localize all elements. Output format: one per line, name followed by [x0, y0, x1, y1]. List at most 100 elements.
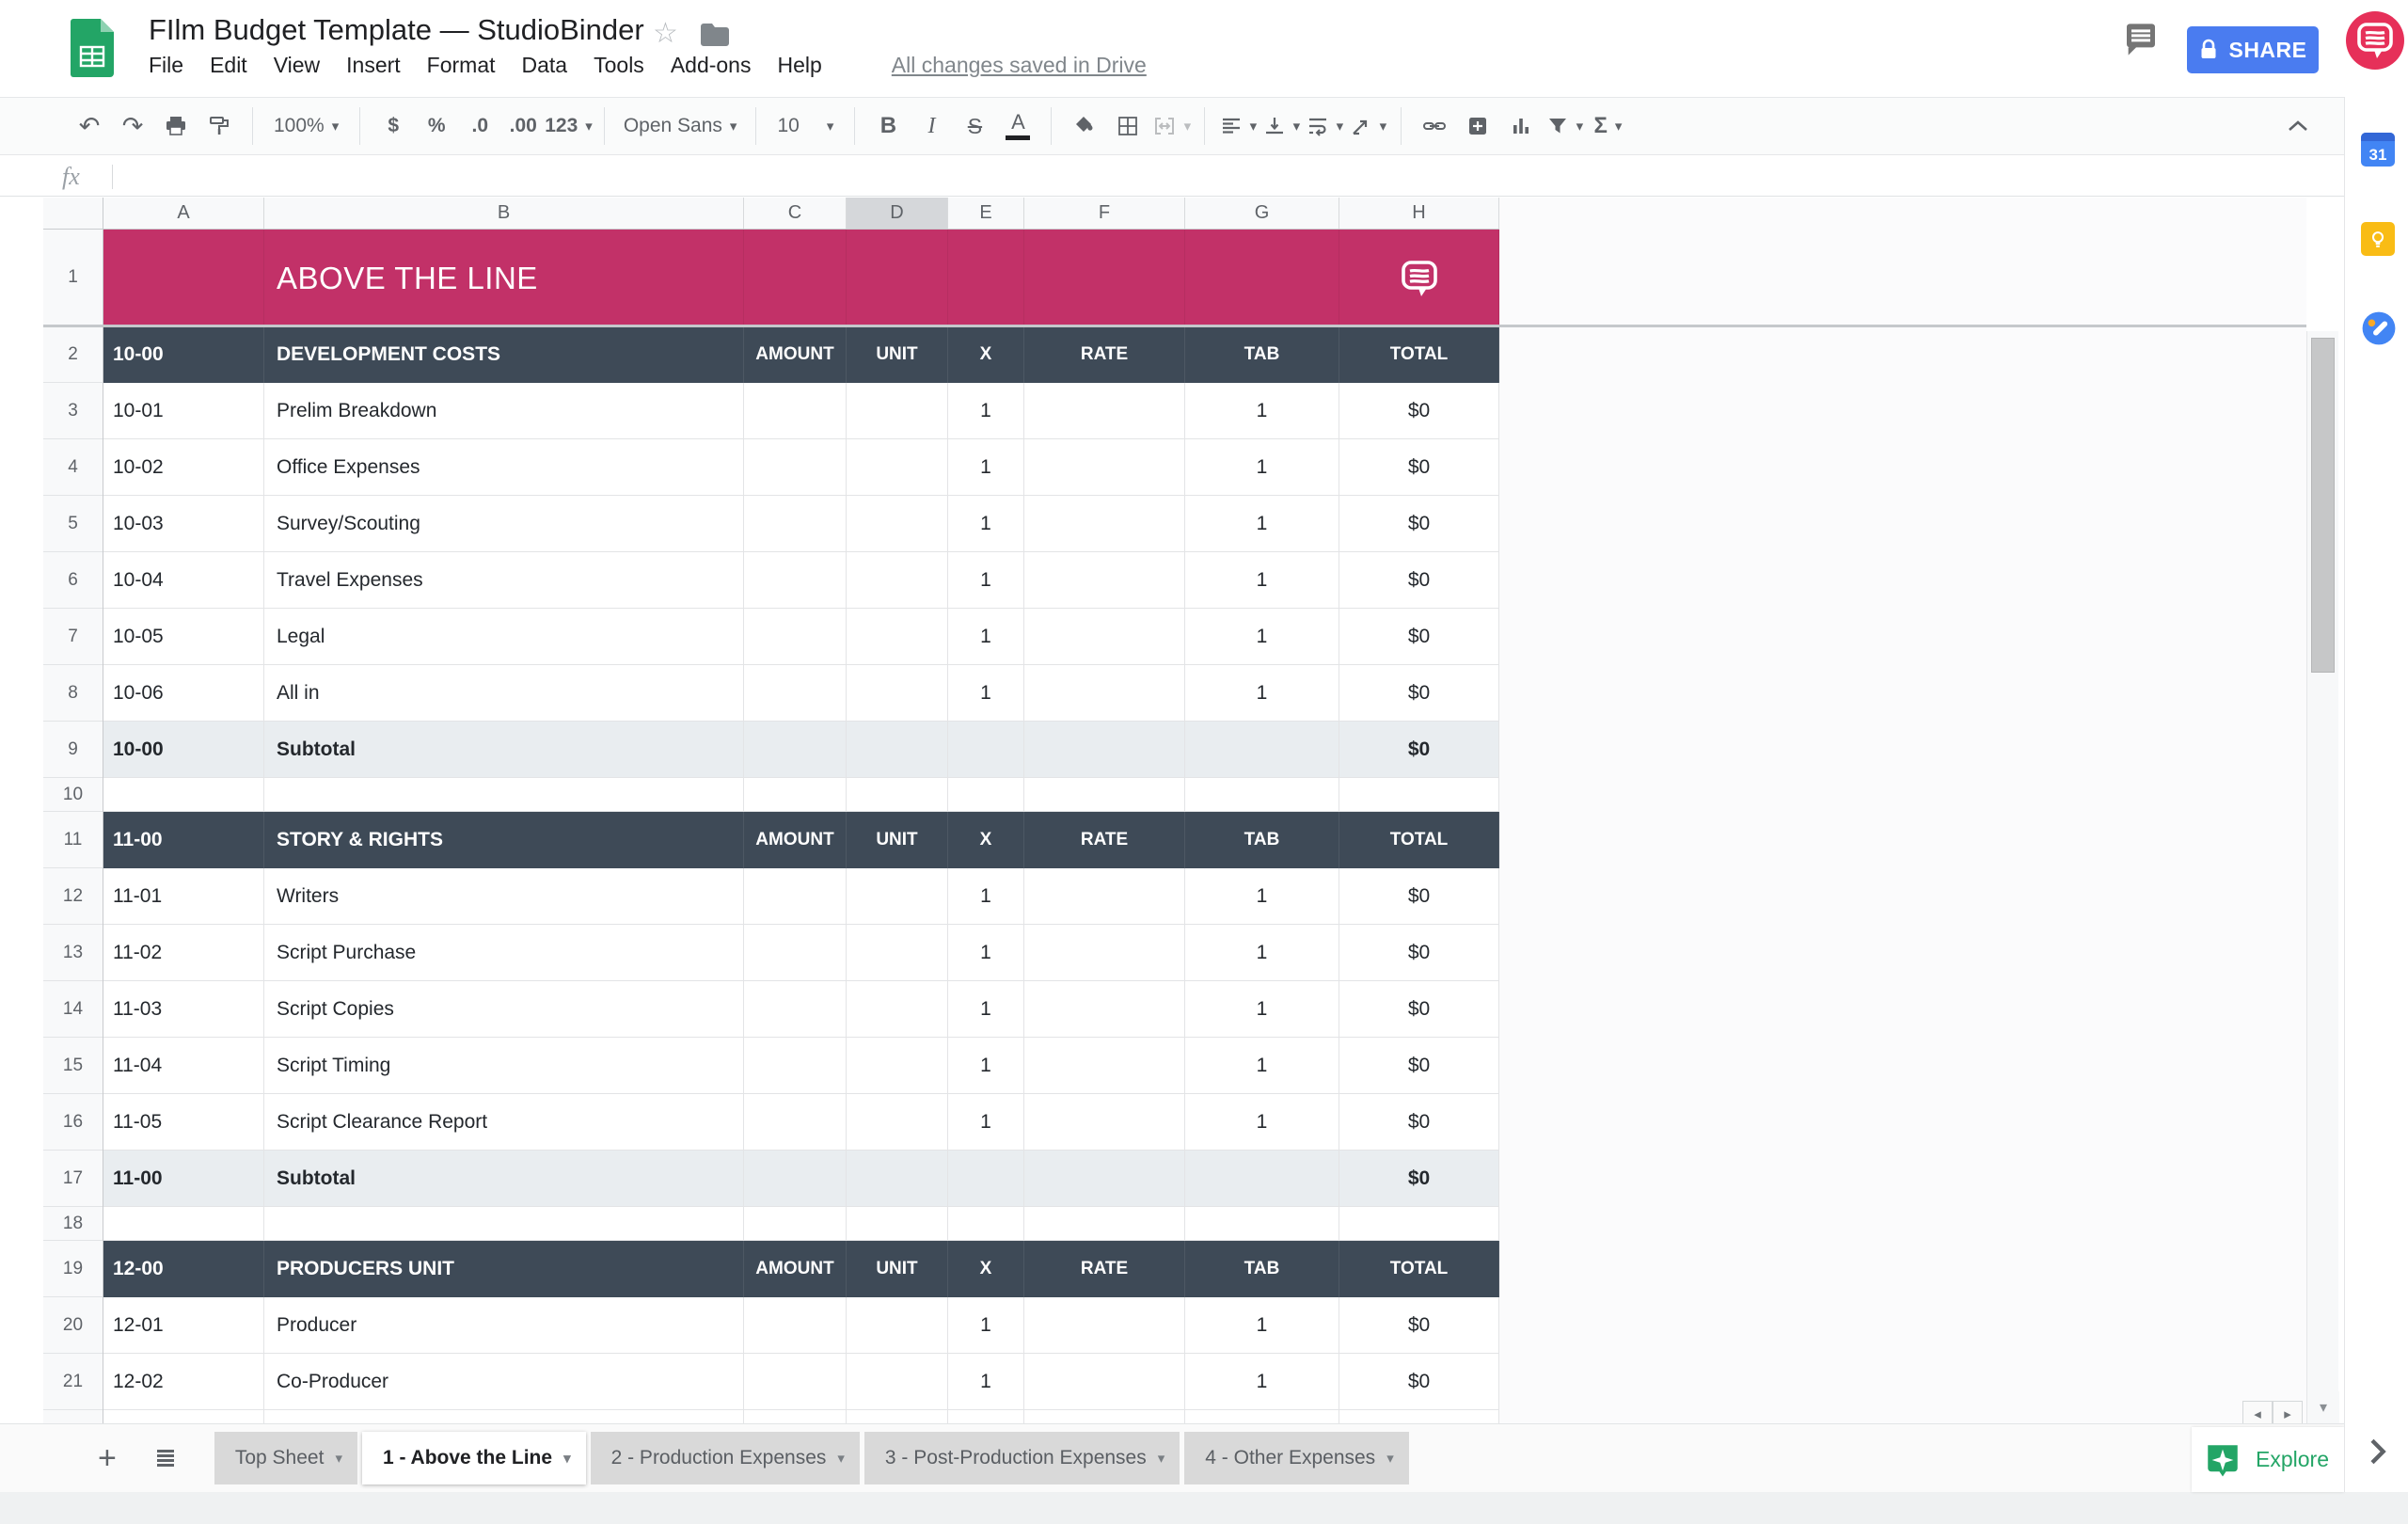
row-header-5[interactable]: 5	[43, 496, 103, 552]
cell-B18[interactable]	[264, 1207, 744, 1241]
cell-H10[interactable]	[1339, 778, 1499, 812]
menu-insert[interactable]: Insert	[346, 53, 401, 78]
increase-decimals-button[interactable]: .00	[501, 104, 545, 148]
cell-H3[interactable]: $0	[1339, 383, 1499, 439]
scroll-right-button[interactable]: ▸	[2273, 1401, 2303, 1426]
tab-menu-caret[interactable]: ▾	[837, 1450, 845, 1467]
cell-C1[interactable]	[744, 230, 847, 326]
cell-G16[interactable]: 1	[1185, 1094, 1339, 1151]
row-header-17[interactable]: 17	[43, 1151, 103, 1207]
col-header-B[interactable]: B	[264, 198, 744, 229]
star-icon[interactable]: ☆	[653, 17, 678, 50]
cell-G17[interactable]	[1185, 1151, 1339, 1207]
menu-tools[interactable]: Tools	[594, 53, 644, 78]
cell-G5[interactable]: 1	[1185, 496, 1339, 552]
cell-C2[interactable]: AMOUNT	[744, 326, 847, 383]
cell-D19[interactable]: UNIT	[847, 1241, 948, 1297]
cell-F6[interactable]	[1024, 552, 1185, 609]
cell-G8[interactable]: 1	[1185, 665, 1339, 722]
cell-E18[interactable]	[948, 1207, 1024, 1241]
cell-G18[interactable]	[1185, 1207, 1339, 1241]
row-header-14[interactable]: 14	[43, 981, 103, 1038]
cell-F20[interactable]	[1024, 1297, 1185, 1354]
cell-C10[interactable]	[744, 778, 847, 812]
collapse-toolbar-button[interactable]	[2276, 104, 2320, 148]
cell-A9[interactable]: 10-00	[103, 722, 264, 778]
menu-data[interactable]: Data	[522, 53, 568, 78]
tab-4-other-expenses[interactable]: 4 - Other Expenses▾	[1184, 1432, 1408, 1484]
cell-A1[interactable]	[103, 230, 264, 326]
row-header-10[interactable]: 10	[43, 778, 103, 812]
cell-D5[interactable]	[847, 496, 948, 552]
col-header-G[interactable]: G	[1185, 198, 1339, 229]
cell-D15[interactable]	[847, 1038, 948, 1094]
cell-A13[interactable]: 11-02	[103, 925, 264, 981]
cell-E14[interactable]: 1	[948, 981, 1024, 1038]
row-header-8[interactable]: 8	[43, 665, 103, 722]
cell-B7[interactable]: Legal	[264, 609, 744, 665]
row-header-18[interactable]: 18	[43, 1207, 103, 1241]
row-header-21[interactable]: 21	[43, 1354, 103, 1410]
cell-F10[interactable]	[1024, 778, 1185, 812]
tab-2-production-expenses[interactable]: 2 - Production Expenses▾	[591, 1432, 860, 1484]
cell-B4[interactable]: Office Expenses	[264, 439, 744, 496]
cell-D14[interactable]	[847, 981, 948, 1038]
comment-history-icon[interactable]	[2122, 21, 2160, 58]
cell-H19[interactable]: TOTAL	[1339, 1241, 1499, 1297]
scroll-down-button[interactable]: ▾	[2307, 1391, 2339, 1423]
cell-F16[interactable]	[1024, 1094, 1185, 1151]
row-header-3[interactable]: 3	[43, 383, 103, 439]
cell-D18[interactable]	[847, 1207, 948, 1241]
cell-F5[interactable]	[1024, 496, 1185, 552]
cell-D16[interactable]	[847, 1094, 948, 1151]
cell-G11[interactable]: TAB	[1185, 812, 1339, 868]
cell-C11[interactable]: AMOUNT	[744, 812, 847, 868]
row-header-9[interactable]: 9	[43, 722, 103, 778]
cell-D21[interactable]	[847, 1354, 948, 1410]
cell-G6[interactable]: 1	[1185, 552, 1339, 609]
select-all-corner[interactable]	[43, 198, 103, 230]
cell-D3[interactable]	[847, 383, 948, 439]
cell-E13[interactable]: 1	[948, 925, 1024, 981]
italic-button[interactable]: I	[910, 104, 953, 148]
cell-H12[interactable]: $0	[1339, 868, 1499, 925]
menu-file[interactable]: File	[149, 53, 183, 78]
redo-button[interactable]: ↷	[111, 104, 154, 148]
cell-B19[interactable]: PRODUCERS UNIT	[264, 1241, 744, 1297]
cell-H13[interactable]: $0	[1339, 925, 1499, 981]
cell-E1[interactable]	[948, 230, 1024, 326]
cell-A3[interactable]: 10-01	[103, 383, 264, 439]
cell-C5[interactable]	[744, 496, 847, 552]
cell-F18[interactable]	[1024, 1207, 1185, 1241]
cell-F8[interactable]	[1024, 665, 1185, 722]
cell-C14[interactable]	[744, 981, 847, 1038]
cell-D9[interactable]	[847, 722, 948, 778]
menu-view[interactable]: View	[274, 53, 320, 78]
account-avatar[interactable]	[2346, 11, 2404, 70]
cell-F7[interactable]	[1024, 609, 1185, 665]
cell-G14[interactable]: 1	[1185, 981, 1339, 1038]
cell-F12[interactable]	[1024, 868, 1185, 925]
row-header-2[interactable]: 2	[43, 326, 103, 383]
format-currency-button[interactable]: $	[372, 104, 415, 148]
row-header-6[interactable]: 6	[43, 552, 103, 609]
row-header-15[interactable]: 15	[43, 1038, 103, 1094]
cell-G7[interactable]: 1	[1185, 609, 1339, 665]
document-title[interactable]: FIlm Budget Template — StudioBinder	[149, 13, 644, 47]
cell-B17[interactable]: Subtotal	[264, 1151, 744, 1207]
cell-G10[interactable]	[1185, 778, 1339, 812]
cell-C13[interactable]	[744, 925, 847, 981]
menu-format[interactable]: Format	[427, 53, 496, 78]
move-folder-icon[interactable]	[700, 23, 730, 47]
cell-E16[interactable]: 1	[948, 1094, 1024, 1151]
cell-E5[interactable]: 1	[948, 496, 1024, 552]
tab-3-post-production-expenses[interactable]: 3 - Post-Production Expenses▾	[864, 1432, 1180, 1484]
cell-H6[interactable]: $0	[1339, 552, 1499, 609]
cell-A5[interactable]: 10-03	[103, 496, 264, 552]
cell-B12[interactable]: Writers	[264, 868, 744, 925]
row-header-13[interactable]: 13	[43, 925, 103, 981]
all-sheets-button[interactable]	[154, 1448, 177, 1468]
cell-B14[interactable]: Script Copies	[264, 981, 744, 1038]
cell-B6[interactable]: Travel Expenses	[264, 552, 744, 609]
cell-H1[interactable]	[1339, 230, 1499, 326]
